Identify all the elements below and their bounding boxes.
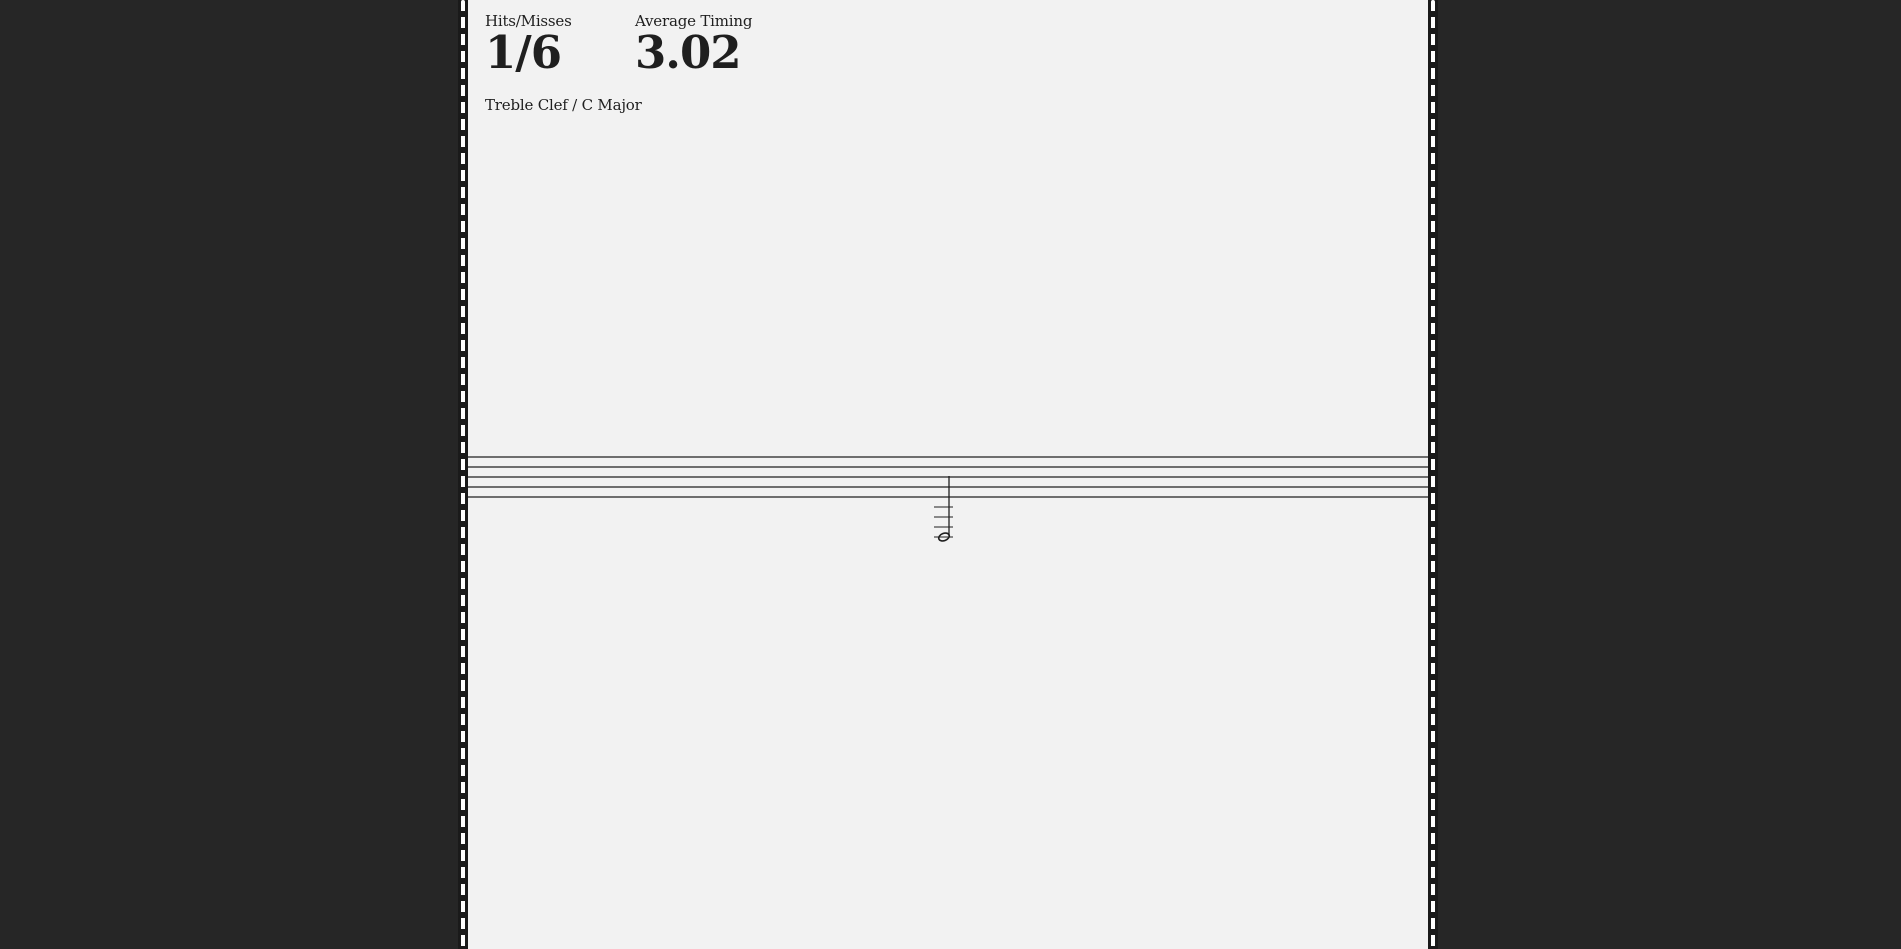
app-root: Hits/Misses 1/6 Average Timing 3.02 Treb…	[0, 0, 1901, 949]
left-dashed-rail	[458, 0, 468, 949]
music-staff	[468, 456, 1428, 542]
left-rail-dashes	[461, 0, 465, 949]
right-rail-dashes	[1431, 0, 1435, 949]
right-dashed-rail	[1428, 0, 1438, 949]
practice-panel: Hits/Misses 1/6 Average Timing 3.02 Treb…	[468, 0, 1428, 949]
half-note	[934, 476, 953, 542]
staff-lines	[468, 456, 1428, 498]
